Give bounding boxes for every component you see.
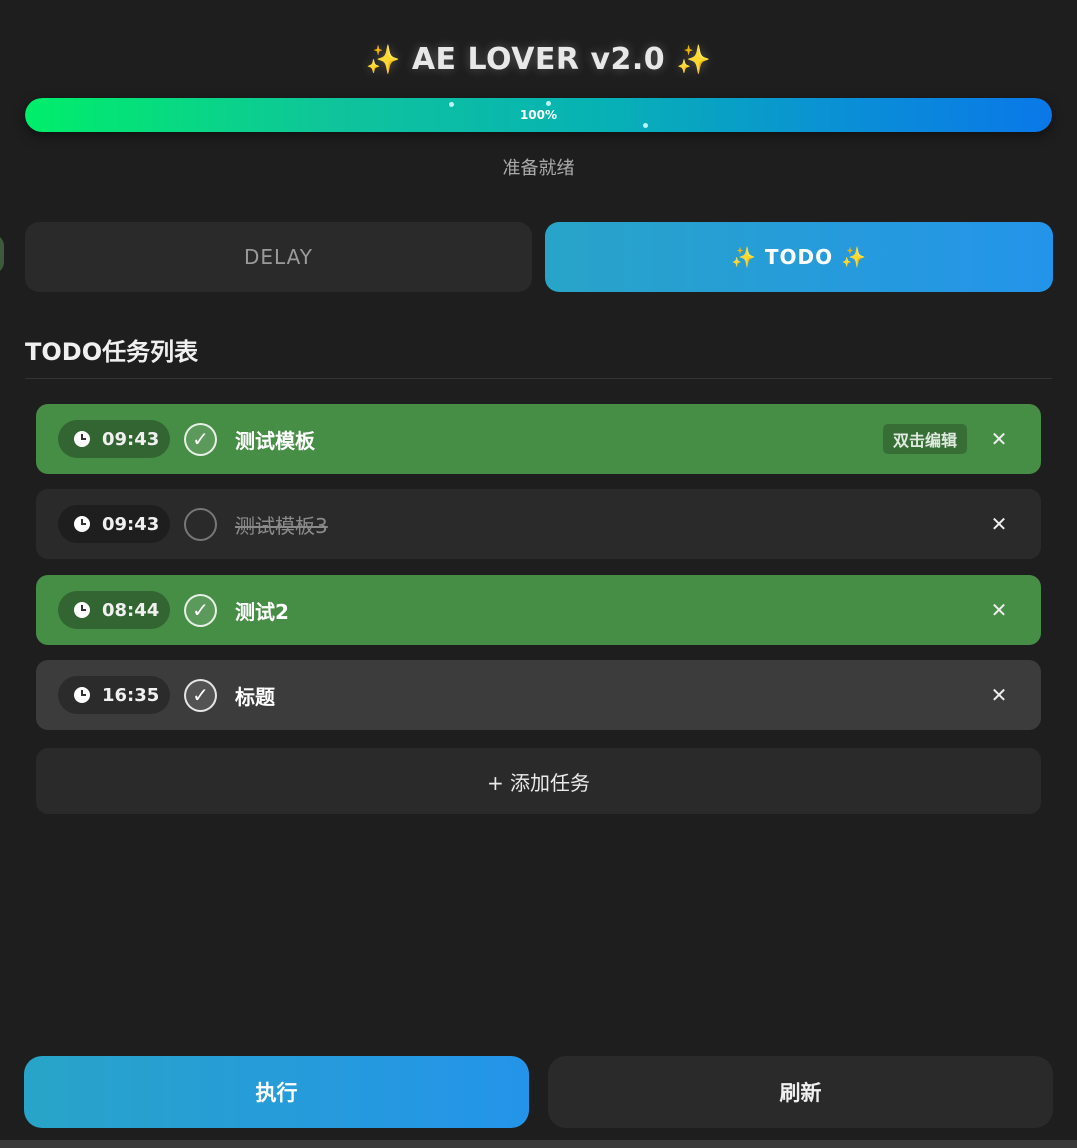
close-icon[interactable]: ✕	[989, 427, 1009, 451]
app-title: ✨ AE LOVER v2.0 ✨	[0, 42, 1077, 77]
refresh-button[interactable]: 刷新	[548, 1056, 1053, 1128]
close-icon[interactable]: ✕	[989, 598, 1009, 622]
task-checkbox[interactable]: ✓	[184, 422, 217, 456]
sparkle-icon: ✨	[730, 245, 757, 269]
clock-icon	[74, 602, 90, 618]
task-row[interactable]: 08:44 ✓ 测试2 ✕	[36, 575, 1041, 645]
progress-percent: 100%	[519, 108, 558, 122]
close-icon[interactable]: ✕	[989, 683, 1009, 707]
task-time-pill: 08:44	[58, 591, 170, 629]
task-time-pill: 09:43	[58, 420, 170, 458]
task-checkbox[interactable]: ✓	[184, 678, 217, 712]
task-time: 09:43	[102, 428, 160, 450]
add-task-button[interactable]: + 添加任务	[36, 748, 1041, 814]
section-title: TODO任务列表	[25, 338, 199, 366]
close-icon[interactable]: ✕	[989, 512, 1009, 536]
app-window: ✨ AE LOVER v2.0 ✨ 100% 准备就绪 DELAY ✨ TODO…	[0, 0, 1077, 1148]
edit-hint-badge: 双击编辑	[882, 424, 967, 454]
sparkle-icon: ✨	[676, 43, 712, 76]
sparkle-icon: ✨	[365, 43, 401, 76]
bottom-edge	[0, 1140, 1077, 1148]
task-time-pill: 16:35	[58, 676, 170, 714]
side-panel-handle[interactable]	[0, 234, 4, 274]
task-title[interactable]: 测试模板3	[235, 510, 989, 539]
section-divider	[25, 378, 1052, 379]
run-button[interactable]: 执行	[24, 1056, 529, 1128]
task-title[interactable]: 测试2	[235, 596, 989, 625]
clock-icon	[74, 516, 90, 532]
task-row[interactable]: 16:35 ✓ 标题 ✕	[36, 660, 1041, 730]
app-title-text: AE LOVER v2.0	[411, 42, 666, 77]
sparkle-icon: ✨	[841, 245, 868, 269]
task-title[interactable]: 测试模板	[235, 425, 883, 454]
task-row[interactable]: 09:43 测试模板3 ✕	[36, 489, 1041, 559]
clock-icon	[74, 431, 90, 447]
task-time: 16:35	[102, 684, 160, 706]
tab-delay[interactable]: DELAY	[25, 222, 532, 292]
task-time: 08:44	[102, 599, 160, 621]
task-row[interactable]: 09:43 ✓ 测试模板 双击编辑 ✕	[36, 404, 1041, 474]
tab-delay-label: DELAY	[244, 245, 313, 269]
task-time: 09:43	[102, 513, 160, 535]
tab-todo-label: TODO	[764, 245, 834, 269]
progress-bar: 100%	[25, 98, 1052, 132]
status-text: 准备就绪	[502, 158, 575, 179]
task-time-pill: 09:43	[58, 505, 170, 543]
task-title[interactable]: 标题	[235, 681, 989, 710]
clock-icon	[74, 687, 90, 703]
task-checkbox[interactable]: ✓	[184, 593, 217, 627]
tab-todo[interactable]: ✨ TODO ✨	[545, 222, 1053, 292]
task-checkbox[interactable]	[184, 507, 217, 541]
